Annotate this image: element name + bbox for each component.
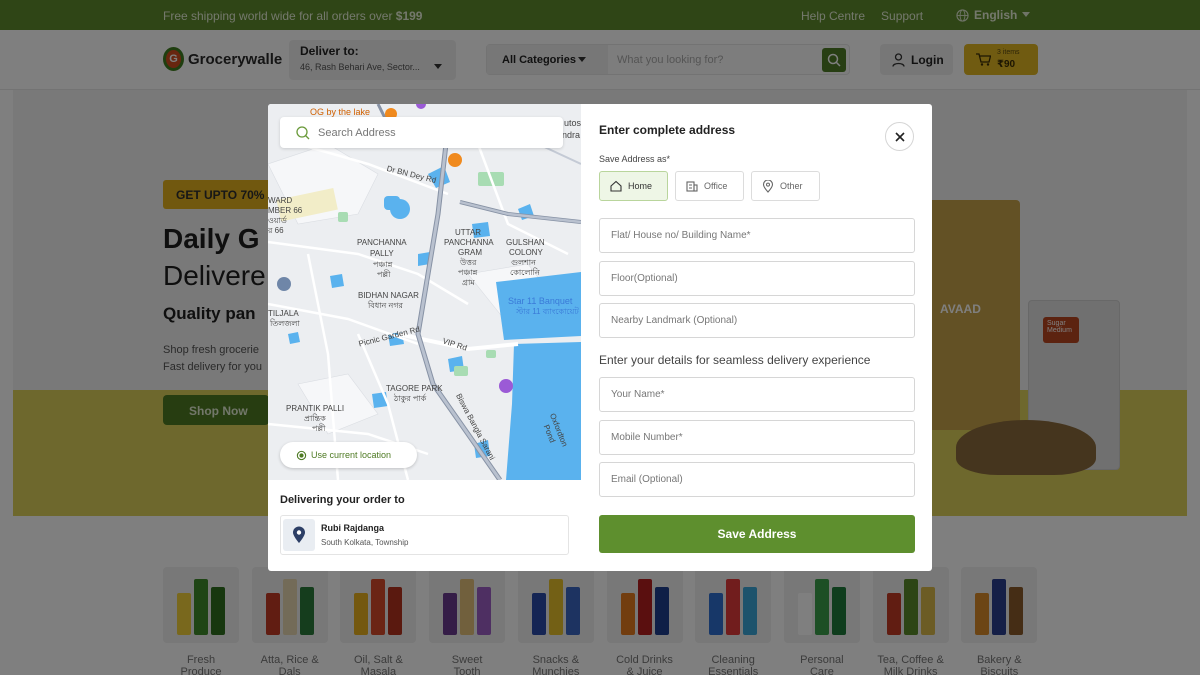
map-label: OG by the lake [310,107,371,117]
name-field[interactable] [599,377,915,412]
map-label: পঞ্চান্ন [458,268,478,277]
map-label: কোলোনি [510,268,540,277]
address-modal: OG by the lake utos ndra Dr BN Dey Rd WA… [268,104,932,571]
map-label: PANCHANNA [357,238,407,247]
map-view[interactable]: OG by the lake utos ndra Dr BN Dey Rd WA… [268,104,581,480]
map-search-input[interactable] [318,126,538,139]
building-icon [686,181,698,192]
map-label: পল্লী [377,270,391,279]
map-label: WARD [268,196,293,205]
map-label: GULSHAN [506,238,545,247]
modal-title: Enter complete address [599,123,736,137]
map-label: গ্রাম [462,278,475,287]
save-as-label: Save Address as* [599,154,671,164]
target-icon [296,450,307,460]
map-label: ঠাকুর পার্ক [394,394,427,403]
map-label: Star 11 Banquet [508,296,573,306]
email-field[interactable] [599,462,915,497]
search-icon [296,125,310,139]
details-note: Enter your details for seamless delivery… [599,353,871,367]
delivering-label: Delivering your order to [280,494,405,506]
flat-building-field[interactable] [599,218,915,253]
mobile-field[interactable] [599,420,915,455]
map-label: BIDHAN NAGAR [358,291,419,300]
map-label: PALLY [370,249,394,258]
map-label: ওয়ার্ড [268,216,287,225]
location-name: Rubi Rajdanga [321,523,385,533]
map-label: স্টার 11 ব্যাংকোয়েট [516,307,579,316]
map-label: MBER 66 [268,206,303,215]
address-type-other[interactable]: Other [751,171,820,201]
floor-field[interactable] [599,261,915,296]
selected-location-card: Rubi Rajdanga South Kolkata, Township [280,515,569,555]
map-label: তিলজলা [270,319,300,328]
map-label: উত্তর [460,258,477,267]
location-pin-icon [283,519,315,551]
address-type-home[interactable]: Home [599,171,668,201]
map-label: ndra [562,130,581,140]
address-type-office[interactable]: Office [675,171,744,201]
close-button[interactable] [885,122,914,151]
landmark-field[interactable] [599,303,915,338]
map-label: UTTAR [455,228,482,237]
home-icon [610,180,622,192]
map-label: GRAM [458,248,482,257]
map-label: পল্লী [312,424,326,433]
close-icon [894,131,905,142]
map-search-bar [280,117,563,148]
map-label: COLONY [509,248,543,257]
map-label: utos [564,118,581,128]
map-label: গুলশান [511,258,536,267]
pin-icon [762,179,774,193]
map-label: PRANTIK PALLI [286,404,345,413]
map-label: পঞ্চান্ন [373,260,393,269]
map-label: প্রান্তিক [304,414,326,423]
location-area: South Kolkata, Township [321,538,409,547]
map-label: বিধান নগর [368,301,403,310]
use-current-location-button[interactable]: Use current location [280,442,417,468]
save-address-button[interactable]: Save Address [599,515,915,553]
map-label: TAGORE PARK [386,384,443,393]
map-label: র 66 [268,226,284,235]
map-label: PANCHANNA [444,238,494,247]
map-label: TILJALA [268,309,299,318]
